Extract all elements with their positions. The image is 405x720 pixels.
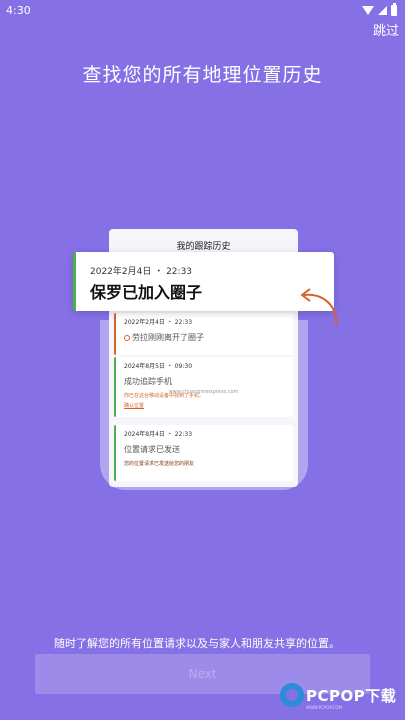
history-panel-title: 我的跟踪历史 [176,242,231,252]
history-entry: 2024年8月4日 ・ 22:33 位置请求已发送 您的位置请求已发送给您的朋友 [114,425,293,481]
entry-subtext: 您的位置请求已发送给您的朋友 [124,461,195,467]
wifi-icon [362,5,374,15]
entry-link: 确认位置 [124,403,145,409]
curved-arrow-icon [300,288,338,326]
history-entry: 2022年2月4日 ・ 22:33 劳拉刚刚离开了圈子 [114,313,293,355]
history-entry: 2024年8月5日 ・ 09:30 成功追踪手机 你已在这台移动设备中找到了手机… [114,357,293,417]
status-icons [362,2,397,16]
entry-date: 2024年8月5日 ・ 09:30 [124,363,193,370]
entry-text: 成功追踪手机 [124,377,172,386]
entry-date: 2024年8月4日 ・ 22:33 [124,431,193,438]
entry-date: 2022年2月4日 ・ 22:33 [124,319,193,326]
entry-text: 劳拉刚刚离开了圈子 [132,333,204,342]
watermark: www.chuangmeixpress.com [168,389,239,395]
brand-tagline: WWW.PCPOP.COM [306,705,342,710]
signal-icon [378,5,387,15]
skip-button[interactable]: 跳过 [373,20,399,39]
featured-date: 2022年2月4日 ・ 22:33 [90,267,193,277]
status-bar: 4:30 [0,0,405,20]
brand-name: PCPOP下载 [306,687,397,705]
brand-watermark: PCPOP下载 WWW.PCPOP.COM [280,683,405,720]
status-time: 4:30 [6,3,31,17]
page-title: 查找您的所有地理位置历史 [82,64,323,86]
entry-text: 位置请求已发送 [124,445,180,454]
featured-history-card: 2022年2月4日 ・ 22:33 保罗已加入圈子 [73,252,334,311]
location-pin-icon [124,334,130,341]
featured-text: 保罗已加入圈子 [90,283,203,302]
battery-icon [391,2,397,16]
description-text: 随时了解您的所有位置请求以及与家人和朋友共享的位置。 [54,637,340,650]
pcpop-logo-icon [280,683,304,707]
